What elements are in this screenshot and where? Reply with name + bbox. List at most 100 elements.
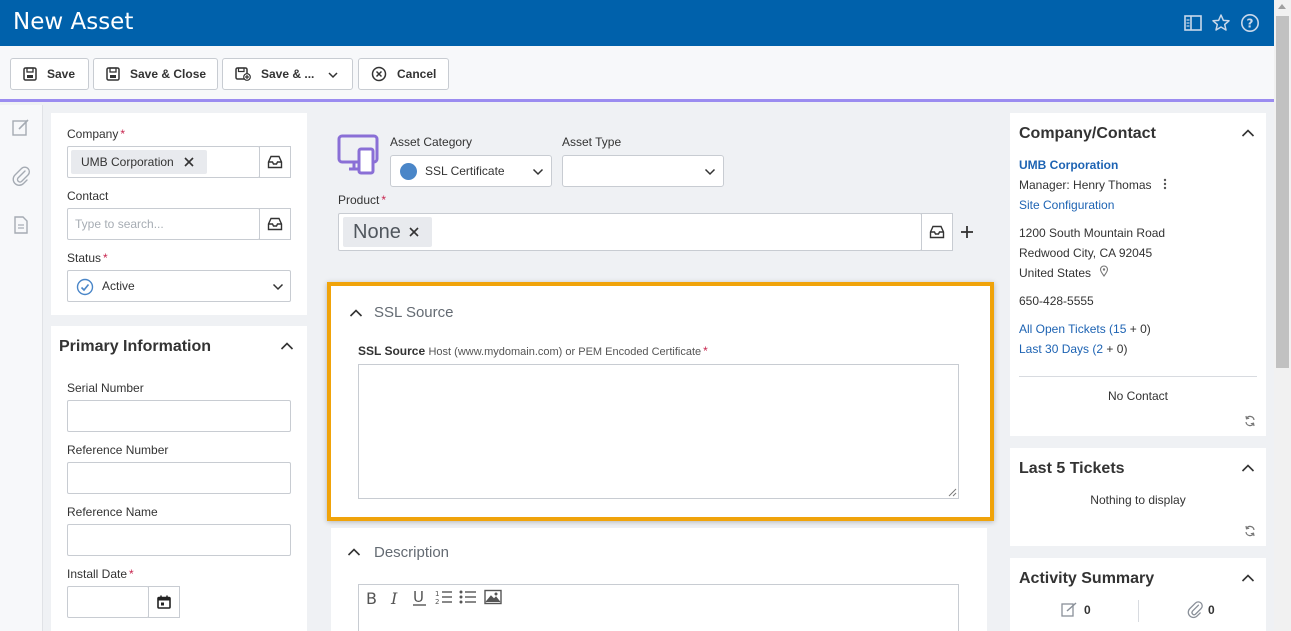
refresh-icon[interactable]: [1244, 525, 1256, 537]
star-icon[interactable]: [1211, 13, 1231, 33]
manager-text: Manager: Henry Thomas: [1019, 178, 1152, 192]
primary-information-title: Primary Information: [59, 338, 212, 355]
vertical-scrollbar[interactable]: [1274, 0, 1291, 631]
ssl-source-textarea[interactable]: [358, 364, 959, 499]
save-close-button[interactable]: Save & Close: [93, 58, 218, 90]
inbox-lookup-icon: [929, 225, 945, 239]
chevron-down-icon: [704, 168, 716, 176]
ordered-list-icon[interactable]: 12: [435, 589, 453, 605]
ssl-source-section: SSL Source SSL Source Host (www.mydomain…: [327, 282, 994, 521]
svg-text:1: 1: [435, 590, 439, 598]
cancel-icon: [371, 66, 387, 82]
ssl-source-title: SSL Source: [374, 304, 454, 321]
contact-search-input[interactable]: Type to search...: [67, 208, 260, 240]
install-date-label: Install Date: [67, 567, 128, 581]
underline-icon[interactable]: U: [412, 589, 428, 607]
collapse-chevron-up-icon[interactable]: [1241, 128, 1255, 138]
resize-handle-icon[interactable]: [948, 488, 957, 497]
cancel-button[interactable]: Cancel: [358, 58, 449, 90]
chevron-down-icon: [328, 72, 338, 79]
description-editor[interactable]: B I U 12: [358, 584, 959, 631]
remove-tag-icon[interactable]: [409, 227, 419, 237]
asset-type-label: Asset Type: [562, 135, 622, 149]
install-date-input[interactable]: [67, 586, 149, 618]
company-link[interactable]: UMB Corporation: [1019, 158, 1118, 172]
bullet-list-icon[interactable]: [459, 589, 477, 605]
product-field[interactable]: None: [338, 213, 922, 251]
scroll-thumb[interactable]: [1276, 16, 1289, 368]
collapse-chevron-up-icon[interactable]: [347, 547, 361, 557]
company-field[interactable]: UMB Corporation: [67, 146, 260, 178]
chevron-down-icon: [532, 168, 544, 176]
divider: [1138, 600, 1139, 622]
asset-category-label: Asset Category: [390, 135, 473, 149]
address-line-1: 1200 South Mountain Road: [1019, 226, 1166, 240]
contact-lookup-button[interactable]: [259, 208, 291, 240]
collapse-chevron-up-icon[interactable]: [1241, 573, 1255, 583]
category-color-dot: [400, 163, 417, 180]
ssl-source-hint: Host (www.mydomain.com) or PEM Encoded C…: [428, 346, 702, 358]
company-label: Company: [67, 127, 119, 141]
collapse-chevron-up-icon[interactable]: [1241, 463, 1255, 473]
scroll-up-arrow-icon[interactable]: [1278, 4, 1286, 9]
company-lookup-button[interactable]: [259, 146, 291, 178]
collapse-chevron-up-icon[interactable]: [280, 341, 294, 351]
asset-category-select[interactable]: SSL Certificate: [390, 155, 552, 187]
serial-number-label: Serial Number: [67, 381, 144, 395]
bold-icon[interactable]: B: [365, 590, 379, 606]
last-30-days[interactable]: Last 30 Days (2 + 0): [1019, 342, 1127, 356]
edit-note-icon[interactable]: [11, 117, 31, 137]
activity-summary-title: Activity Summary: [1019, 570, 1155, 587]
more-vertical-icon[interactable]: [1162, 178, 1168, 190]
svg-text:2: 2: [435, 598, 439, 605]
insert-image-icon[interactable]: [484, 589, 502, 605]
svg-text:I: I: [390, 590, 398, 606]
phone-number: 650-428-5555: [1019, 294, 1094, 308]
asset-category-value: SSL Certificate: [425, 164, 505, 178]
inbox-lookup-icon: [267, 217, 283, 231]
italic-icon[interactable]: I: [389, 590, 403, 606]
nothing-to-display-text: Nothing to display: [1090, 493, 1186, 507]
svg-text:?: ?: [1247, 17, 1254, 31]
last-5-tickets-title: Last 5 Tickets: [1019, 460, 1125, 477]
activity-summary-card: Activity Summary 0 0: [1010, 558, 1266, 631]
check-circle-icon: [76, 278, 94, 296]
primary-information-card: Primary Information Serial Number Refere…: [51, 326, 307, 631]
description-title: Description: [374, 544, 450, 561]
contact-label: Contact: [67, 189, 109, 203]
document-icon[interactable]: [11, 215, 31, 235]
attachment-icon[interactable]: [11, 165, 31, 187]
status-select[interactable]: Active: [67, 270, 291, 302]
address-country: United States: [1019, 266, 1092, 280]
save-more-dropdown-button[interactable]: Save & ...: [222, 58, 353, 90]
map-pin-icon[interactable]: [1099, 265, 1109, 277]
product-lookup-button[interactable]: [921, 213, 953, 251]
date-picker-button[interactable]: [148, 586, 180, 618]
refresh-icon[interactable]: [1244, 415, 1256, 427]
calendar-icon: [157, 595, 171, 609]
serial-number-input[interactable]: [67, 400, 291, 432]
site-configuration-link[interactable]: Site Configuration: [1019, 198, 1114, 212]
reference-name-label: Reference Name: [67, 505, 158, 519]
address-line-2: Redwood City, CA 92045: [1019, 246, 1153, 260]
save-icon: [23, 67, 37, 81]
panel-layout-icon[interactable]: [1183, 13, 1203, 33]
help-icon[interactable]: ?: [1240, 13, 1260, 33]
save-button[interactable]: Save: [10, 58, 89, 90]
reference-number-label: Reference Number: [67, 443, 169, 457]
asset-type-select[interactable]: [562, 155, 724, 187]
svg-text:B: B: [366, 590, 377, 606]
reference-name-input[interactable]: [67, 524, 291, 556]
notes-count: 0: [1084, 603, 1091, 617]
product-tag: None: [343, 217, 432, 247]
remove-tag-icon[interactable]: [184, 157, 194, 167]
product-label: Product: [338, 193, 380, 207]
collapse-chevron-up-icon[interactable]: [349, 308, 363, 318]
company-tag: UMB Corporation: [71, 150, 207, 174]
reference-number-input[interactable]: [67, 462, 291, 494]
all-open-tickets[interactable]: All Open Tickets (15 + 0): [1019, 322, 1151, 336]
last-5-tickets-card: Last 5 Tickets Nothing to display: [1010, 448, 1266, 546]
description-section: Description B I U 12: [331, 528, 987, 631]
title-bar: New Asset ?: [0, 0, 1274, 46]
add-product-plus-icon[interactable]: [960, 225, 974, 239]
